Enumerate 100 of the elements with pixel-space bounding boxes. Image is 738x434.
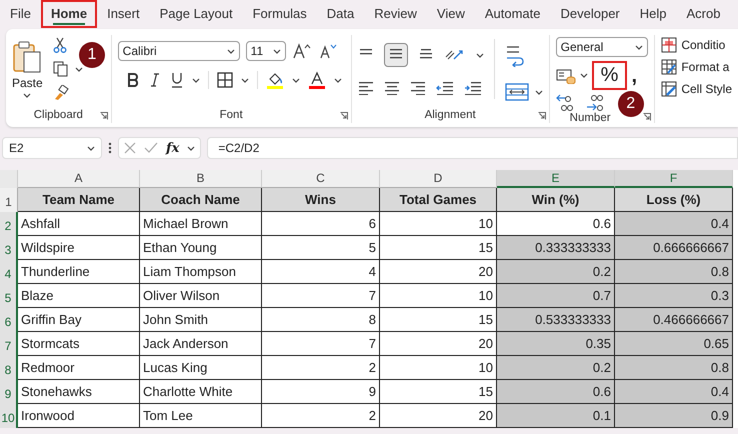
styles-menu-button[interactable]: Format a <box>661 59 732 75</box>
menu-tab[interactable]: Page Layout <box>150 0 243 28</box>
table-cell: Ashfall <box>18 212 140 236</box>
table-cell: John Smith <box>140 308 262 332</box>
format-as-table-icon[interactable] <box>661 59 678 75</box>
increase-indent-icon[interactable] <box>464 81 482 95</box>
align-middle-button[interactable] <box>384 43 408 67</box>
column-header[interactable]: A <box>18 170 140 188</box>
cell-styles-icon[interactable] <box>661 81 678 97</box>
caret-icon[interactable] <box>534 90 543 94</box>
borders-icon[interactable] <box>216 72 233 88</box>
row-header[interactable]: 6 <box>0 308 18 332</box>
comma-style-button[interactable]: , <box>631 66 637 84</box>
caret-icon[interactable] <box>23 93 32 98</box>
caret-icon[interactable] <box>226 48 235 54</box>
formula-input[interactable]: =C2/D2 <box>207 137 738 159</box>
copy-icon[interactable] <box>52 61 69 77</box>
caret-icon[interactable] <box>240 78 249 82</box>
decrease-font-size-icon[interactable] <box>318 43 338 59</box>
menu-tab[interactable]: Review <box>364 0 427 28</box>
accounting-format-icon[interactable] <box>556 68 576 84</box>
menu-tab[interactable]: Home <box>40 0 98 28</box>
row-header[interactable]: 4 <box>0 260 18 284</box>
scissors-icon[interactable] <box>52 37 67 53</box>
column-header[interactable]: E <box>497 170 615 188</box>
dialog-launcher-icon[interactable] <box>340 112 348 120</box>
caret-icon[interactable] <box>634 44 643 50</box>
row-header[interactable]: 3 <box>0 236 18 260</box>
bold-icon[interactable] <box>126 73 140 87</box>
caret-icon[interactable] <box>580 73 588 78</box>
conditional-formatting-icon[interactable] <box>661 37 678 53</box>
underline-icon[interactable] <box>170 72 184 88</box>
menu-tab[interactable]: Acrob <box>676 0 730 28</box>
styles-menu-button[interactable]: Conditio <box>661 37 732 53</box>
percent-style-button[interactable]: % <box>592 61 628 90</box>
column-header[interactable]: B <box>140 170 262 188</box>
format-painter-icon[interactable] <box>52 85 69 101</box>
table-cell: Tom Lee <box>140 404 262 428</box>
row-header[interactable]: 10 <box>0 404 18 428</box>
row-header[interactable]: 7 <box>0 332 18 356</box>
name-box[interactable]: E2 <box>2 137 102 159</box>
font-size-dropdown[interactable]: 11 <box>246 41 286 61</box>
caret-icon[interactable] <box>74 66 83 72</box>
menu-tab[interactable]: View <box>426 0 475 28</box>
table-cell: 9 <box>262 380 380 404</box>
merge-center-icon[interactable] <box>504 83 529 101</box>
column-header[interactable]: D <box>380 170 497 188</box>
table-cell: 0.7 <box>497 284 615 308</box>
font-name-dropdown[interactable]: Calibri <box>118 41 240 61</box>
table-cell: Liam Thompson <box>140 260 262 284</box>
table-cell: Stormcats <box>18 332 140 356</box>
row-header[interactable]: 9 <box>0 380 18 404</box>
column-heading-cell: Coach Name <box>140 188 262 212</box>
menu-tab[interactable]: File <box>5 0 41 28</box>
table-cell: Griffin Bay <box>18 308 140 332</box>
caret-icon[interactable] <box>187 146 196 150</box>
font-color-icon[interactable] <box>308 71 326 89</box>
caret-icon[interactable] <box>476 52 484 58</box>
table-cell: Michael Brown <box>140 212 262 236</box>
column-heading-cell: Win (%) <box>497 188 615 212</box>
align-right-icon[interactable] <box>410 81 426 95</box>
menu-tab[interactable]: Help <box>630 0 677 28</box>
caret-icon[interactable] <box>292 78 300 82</box>
align-center-icon[interactable] <box>384 81 400 95</box>
row-header[interactable]: 2 <box>0 212 18 236</box>
fill-color-icon[interactable] <box>266 71 284 89</box>
align-left-icon[interactable] <box>358 81 374 95</box>
column-header[interactable]: F <box>615 170 733 188</box>
number-format-dropdown[interactable]: General <box>556 37 648 57</box>
caret-icon[interactable] <box>192 78 200 82</box>
row-header[interactable]: 8 <box>0 356 18 380</box>
wrap-text-icon[interactable] <box>504 45 525 67</box>
dialog-launcher-icon[interactable] <box>643 113 652 121</box>
caret-icon[interactable] <box>272 48 281 54</box>
menu-tab[interactable]: Developer <box>550 0 630 28</box>
table-cell: Stonehawks <box>18 380 140 404</box>
caret-icon[interactable] <box>334 78 342 82</box>
styles-menu-button[interactable]: Cell Style <box>661 81 732 97</box>
column-heading-cell: Wins <box>262 188 380 212</box>
row-header[interactable]: 5 <box>0 284 18 308</box>
insert-function-button[interactable]: fx <box>166 140 180 156</box>
dialog-launcher-icon[interactable] <box>100 112 108 120</box>
menu-tab[interactable]: Insert <box>97 0 150 28</box>
clipboard-icon[interactable] <box>12 39 42 73</box>
group-label: Font <box>220 109 243 121</box>
paste-button[interactable]: Paste <box>12 35 43 107</box>
column-header[interactable]: C <box>262 170 380 188</box>
decrease-indent-icon[interactable] <box>436 81 454 95</box>
table-cell: 0.6 <box>497 380 615 404</box>
table-cell: 0.4 <box>615 380 733 404</box>
more-options-icon[interactable] <box>108 142 112 154</box>
menu-tab[interactable]: Formulas <box>242 0 317 28</box>
group-label: Alignment <box>424 109 476 121</box>
menu-tab[interactable]: Data <box>316 0 364 28</box>
caret-icon[interactable] <box>87 146 95 150</box>
increase-font-size-icon[interactable] <box>292 43 312 59</box>
row-header[interactable]: 1 <box>0 188 18 212</box>
dialog-launcher-icon[interactable] <box>538 112 546 120</box>
table-cell: 0.333333333 <box>497 236 615 260</box>
menu-tab[interactable]: Automate <box>474 0 550 28</box>
